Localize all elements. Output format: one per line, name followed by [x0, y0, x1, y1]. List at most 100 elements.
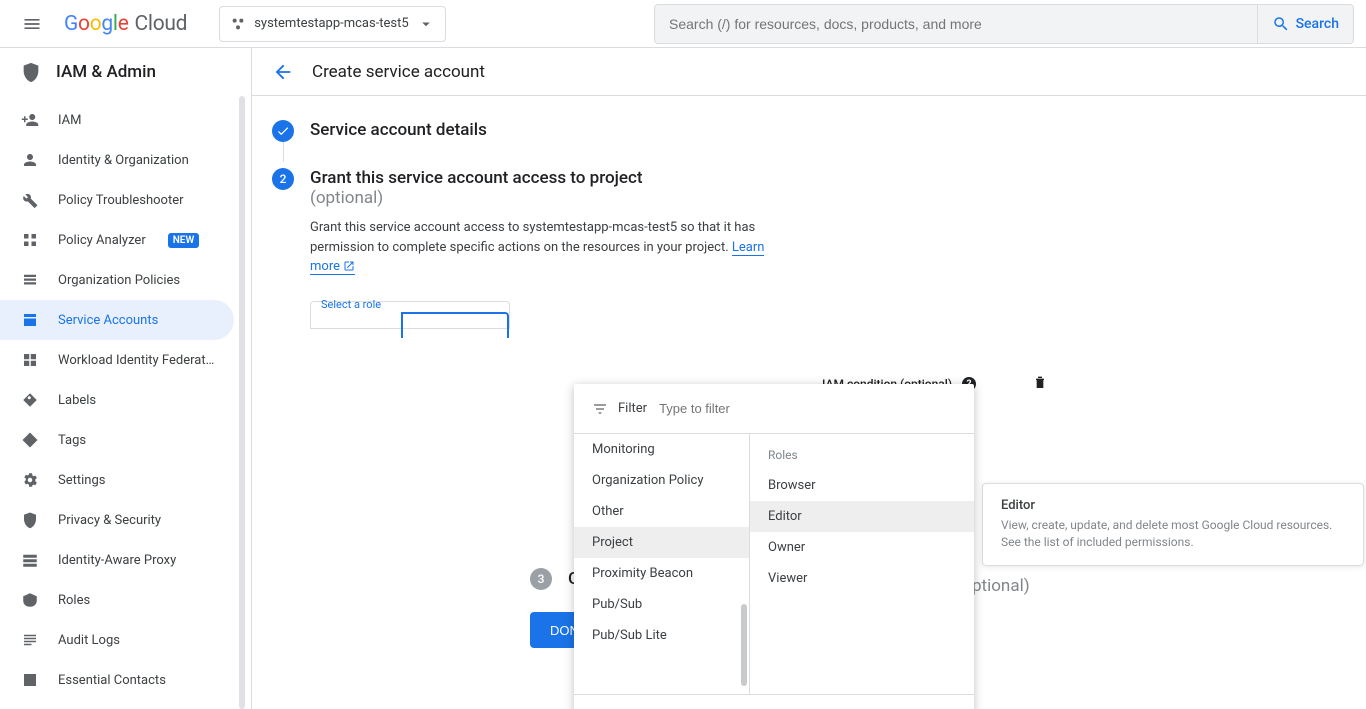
new-badge: NEW [168, 233, 200, 248]
category-pub-sub-lite[interactable]: Pub/Sub Lite [574, 620, 749, 651]
project-name: systemtestapp-mcas-test5 [254, 16, 408, 31]
sidebar-item-organization-policies[interactable]: Organization Policies [0, 260, 234, 300]
hamburger-menu-button[interactable] [12, 4, 52, 44]
category-proximity-beacon[interactable]: Proximity Beacon [574, 558, 749, 589]
iap-icon [20, 551, 40, 569]
step1-indicator[interactable] [272, 120, 294, 142]
page-header: Create service account [252, 48, 1366, 96]
tooltip-title: Editor [1001, 498, 1345, 513]
search-input[interactable] [655, 16, 1257, 32]
sidebar-item-label: IAM [58, 113, 81, 128]
back-arrow-button[interactable] [272, 61, 294, 83]
analyzer-icon [20, 231, 40, 249]
step2-indicator: 2 [272, 168, 294, 190]
step3-indicator: 3 [530, 568, 552, 590]
step2-optional: (optional) [310, 188, 1346, 208]
dropdown-categories: MonitoringOrganization PolicyOtherProjec… [574, 434, 750, 694]
tag2-icon [20, 431, 40, 449]
sidebar-item-label: Organization Policies [58, 273, 180, 288]
sidebar-item-label: Labels [58, 393, 96, 408]
page-title: Create service account [312, 62, 485, 82]
step1-title: Service account details [310, 120, 487, 162]
sidebar-item-labels[interactable]: Labels [0, 380, 234, 420]
trash-icon [1032, 374, 1048, 390]
delete-role-button[interactable] [1032, 374, 1048, 394]
filter-input[interactable] [657, 400, 956, 417]
sidebar-item-label: Tags [58, 433, 86, 448]
sidebar-item-label: Identity & Organization [58, 153, 189, 168]
sidebar: IAM & Admin IAM Identity & Organization Po… [0, 48, 252, 709]
sidebar-item-identity-aware-proxy[interactable]: Identity-Aware Proxy [0, 540, 234, 580]
dropdown-filter-row: Filter [574, 384, 974, 434]
role-browser[interactable]: Browser [750, 470, 974, 501]
sidebar-header[interactable]: IAM & Admin [0, 48, 251, 96]
sidebar-item-essential-contacts[interactable]: Essential Contacts [0, 660, 234, 700]
shield-icon [20, 61, 42, 83]
contacts-icon [20, 671, 40, 689]
dropdown-scrollbar[interactable] [741, 604, 747, 686]
role-dropdown: Filter MonitoringOrganization PolicyOthe… [574, 384, 974, 709]
filter-label: Filter [618, 401, 647, 416]
external-link-icon [343, 260, 355, 272]
sidebar-item-label: Essential Contacts [58, 673, 166, 688]
select-role-label: Select a role [321, 298, 381, 311]
category-other[interactable]: Other [574, 496, 749, 527]
sidebar-item-label: Privacy & Security [58, 513, 161, 528]
sidebar-item-service-accounts[interactable]: Service Accounts [0, 300, 234, 340]
role-owner[interactable]: Owner [750, 532, 974, 563]
sidebar-item-privacy-security[interactable]: Privacy & Security [0, 500, 234, 540]
step2-description: Grant this service account access to sys… [310, 218, 790, 277]
role-viewer[interactable]: Viewer [750, 563, 974, 594]
shield-icon [20, 511, 40, 529]
project-picker[interactable]: systemtestapp-mcas-test5 [219, 6, 445, 42]
sidebar-item-label: Audit Logs [58, 633, 120, 648]
federation-icon [20, 351, 40, 369]
sidebar-item-iam[interactable]: IAM [0, 100, 234, 140]
roles-icon [20, 591, 40, 609]
sidebar-item-workload-identity-federat-[interactable]: Workload Identity Federat… [0, 340, 234, 380]
logo-cloud-text: Cloud [135, 12, 188, 36]
step3-tail: ptional) [972, 576, 1030, 596]
category-organization-policy[interactable]: Organization Policy [574, 465, 749, 496]
logs-icon [20, 631, 40, 649]
category-pub-sub[interactable]: Pub/Sub [574, 589, 749, 620]
category-project[interactable]: Project [574, 527, 749, 558]
menu-icon [22, 14, 42, 34]
check-icon [276, 124, 290, 138]
sidebar-item-label: Policy Analyzer [58, 233, 146, 248]
category-monitoring[interactable]: Monitoring [574, 434, 749, 465]
top-bar: Google Cloud systemtestapp-mcas-test5 Se… [0, 0, 1366, 48]
sidebar-item-label: Identity-Aware Proxy [58, 553, 176, 568]
role-editor[interactable]: Editor [750, 501, 974, 532]
filter-icon [592, 401, 608, 417]
sidebar-item-tags[interactable]: Tags [0, 420, 234, 460]
sidebar-item-settings[interactable]: Settings [0, 460, 234, 500]
sidebar-item-policy-troubleshooter[interactable]: Policy Troubleshooter [0, 180, 234, 220]
sidebar-item-label: Roles [58, 593, 90, 608]
step2-title: Grant this service account access to pro… [310, 168, 643, 188]
roles-header: Roles [750, 434, 974, 470]
google-cloud-logo[interactable]: Google Cloud [64, 12, 187, 36]
sidebar-item-label: Settings [58, 473, 105, 488]
tag-icon [20, 391, 40, 409]
sidebar-item-label: Service Accounts [58, 313, 158, 328]
list-icon [20, 271, 40, 289]
sidebar-item-roles[interactable]: Roles [0, 580, 234, 620]
sidebar-item-policy-analyzer[interactable]: Policy Analyzer NEW [0, 220, 234, 260]
sidebar-scrollbar[interactable] [239, 96, 245, 709]
gear-icon [20, 471, 40, 489]
person-icon [20, 151, 40, 169]
role-tooltip: Editor View, create, update, and delete … [982, 483, 1364, 566]
sidebar-item-audit-logs[interactable]: Audit Logs [0, 620, 234, 660]
select-role-field[interactable]: Select a role [310, 301, 510, 329]
badge-icon [20, 311, 40, 329]
main-content: Create service account Service account d… [252, 48, 1366, 709]
dropdown-roles-col: Roles BrowserEditorOwnerViewer [750, 434, 974, 694]
user-plus-icon [20, 111, 40, 129]
search-icon [1272, 15, 1290, 33]
sidebar-item-label: Workload Identity Federat… [58, 353, 214, 368]
tooltip-body: View, create, update, and delete most Go… [1001, 517, 1345, 551]
search-button[interactable]: Search [1257, 5, 1353, 43]
wrench-icon [20, 191, 40, 209]
sidebar-item-identity-organization[interactable]: Identity & Organization [0, 140, 234, 180]
